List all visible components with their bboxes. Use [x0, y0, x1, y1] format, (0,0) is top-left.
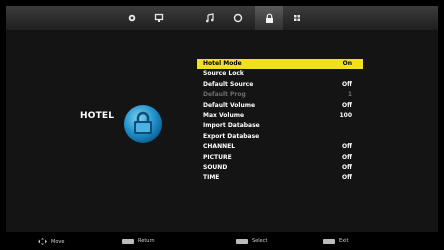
lock-tab[interactable]: [255, 6, 283, 30]
move-hint: Move: [38, 238, 64, 245]
menu-item-import-database[interactable]: Import Database: [197, 121, 363, 131]
menu-item-label: Default Source: [203, 80, 254, 88]
menu-item-label: Export Database: [203, 132, 260, 140]
sound-tab[interactable]: [196, 6, 224, 30]
menu-item-label: Source Lock: [203, 70, 244, 78]
move-label: Move: [51, 238, 65, 245]
menu-item-value: Off: [342, 101, 352, 109]
monitor-icon: [154, 13, 164, 22]
exit-hint: Exit: [323, 238, 348, 244]
menu-item-value: 1: [347, 91, 352, 99]
menu-item-label: Import Database: [203, 122, 260, 130]
hotel-icon: [124, 105, 162, 143]
exit-label: Exit: [339, 238, 349, 244]
menu-item-export-database[interactable]: Export Database: [197, 132, 363, 142]
menu-item-default-source[interactable]: Default Source Off: [197, 80, 363, 90]
menu-item-label: PICTURE: [203, 153, 232, 161]
lock-icon: [265, 13, 273, 23]
menu-item-default-prog: Default Prog 1: [197, 90, 363, 100]
menu-item-hotel-mode[interactable]: Hotel Mode On: [197, 59, 363, 70]
menu-item-source-lock[interactable]: Source Lock: [197, 69, 363, 79]
menu-item-value: On: [342, 60, 352, 67]
menu-item-label: Default Volume: [203, 101, 256, 109]
menu-item-max-volume[interactable]: Max Volume 100: [197, 111, 363, 121]
menu-item-value: Off: [342, 80, 352, 88]
menu-item-value: 100: [339, 111, 352, 119]
menu-item-label: Default Prog: [203, 91, 246, 99]
arrows-icon: [38, 238, 47, 245]
monitor-tab[interactable]: [145, 6, 173, 30]
hotel-menu: Hotel Mode On Source Lock Default Source Off…: [197, 59, 363, 184]
return-hint: Return: [122, 238, 155, 244]
return-label: Return: [138, 238, 155, 244]
menu-item-label: Max Volume: [203, 111, 245, 119]
menu-item-label: Hotel Mode: [203, 60, 242, 67]
menu-item-picture[interactable]: PICTURE Off: [197, 153, 363, 163]
menu-item-default-volume[interactable]: Default Volume Off: [197, 101, 363, 111]
picture-tab[interactable]: [118, 6, 146, 30]
menu-item-label: SOUND: [203, 163, 228, 171]
time-tab[interactable]: [224, 6, 252, 30]
menu-item-value: Off: [342, 163, 352, 171]
top-tab-bar: [6, 6, 438, 31]
exit-key: [323, 238, 335, 244]
menu-item-label: TIME: [203, 174, 220, 182]
menu-item-channel[interactable]: CHANNEL Off: [197, 142, 363, 152]
select-label: Select: [252, 238, 268, 244]
enter-key: [236, 238, 248, 244]
menu-item-label: CHANNEL: [203, 143, 236, 151]
menu-item-sound[interactable]: SOUND Off: [197, 163, 363, 173]
select-hint: Select: [236, 238, 267, 244]
footer-hint-bar: Move Return Select Exit: [0, 232, 444, 250]
menu-item-value: Off: [342, 143, 352, 151]
picture-icon: [128, 14, 136, 22]
clock-icon: [233, 13, 243, 23]
menu-item-value: Off: [342, 174, 352, 182]
setup-tab[interactable]: [283, 6, 311, 30]
grid-icon: [294, 15, 300, 21]
menu-item-time[interactable]: TIME Off: [197, 173, 363, 183]
section-title: HOTEL: [80, 111, 115, 121]
music-note-icon: [206, 13, 214, 23]
menu-key: [122, 238, 134, 244]
menu-item-value: Off: [342, 153, 352, 161]
